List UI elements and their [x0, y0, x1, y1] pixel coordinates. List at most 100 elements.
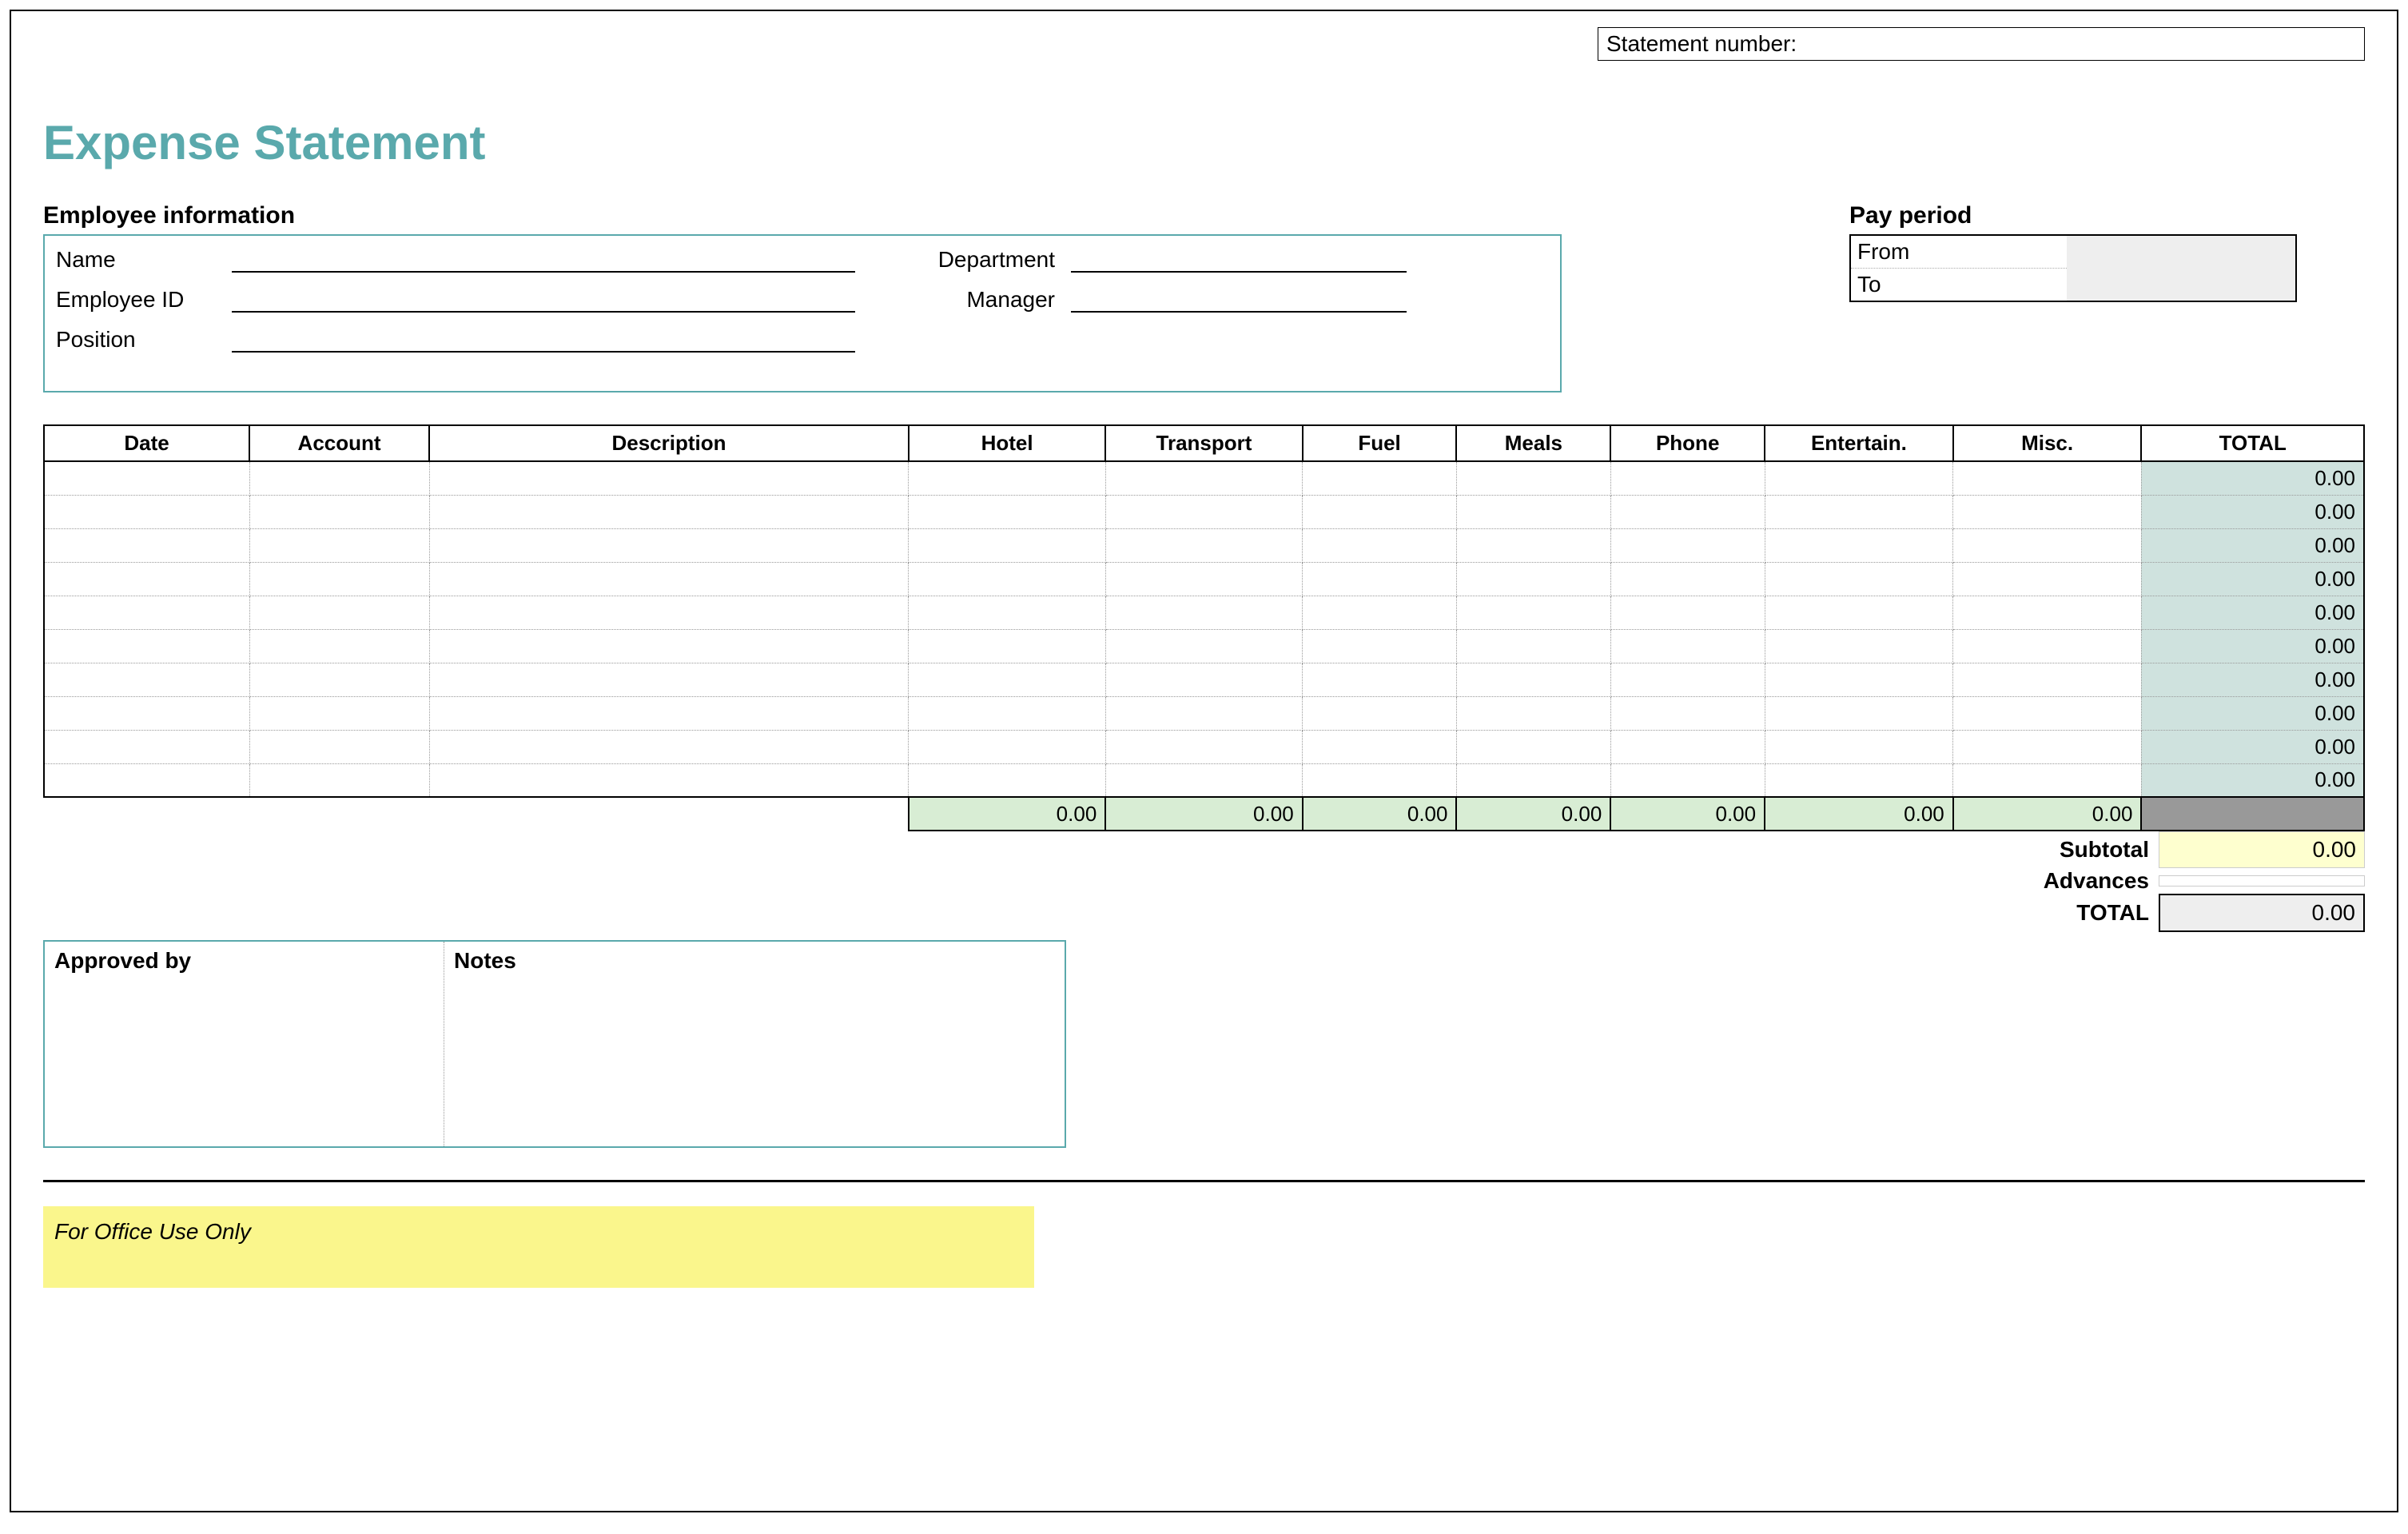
pay-to-field[interactable] — [2067, 269, 2295, 301]
table-cell[interactable] — [249, 730, 429, 763]
table-cell[interactable] — [1765, 596, 1953, 629]
table-cell[interactable] — [1610, 730, 1765, 763]
table-cell[interactable] — [249, 495, 429, 528]
pay-from-field[interactable] — [2067, 236, 2295, 269]
table-cell[interactable] — [909, 663, 1105, 696]
table-cell[interactable] — [44, 663, 249, 696]
table-cell[interactable] — [1303, 562, 1457, 596]
table-cell[interactable] — [1953, 596, 2142, 629]
table-cell[interactable] — [429, 763, 909, 797]
statement-number-box[interactable]: Statement number: — [1598, 27, 2365, 61]
table-cell[interactable] — [1953, 495, 2142, 528]
table-cell[interactable] — [1953, 629, 2142, 663]
table-cell[interactable] — [1953, 763, 2142, 797]
table-cell[interactable] — [1456, 730, 1610, 763]
table-cell[interactable] — [429, 461, 909, 495]
table-cell[interactable] — [1456, 528, 1610, 562]
table-cell[interactable] — [1456, 696, 1610, 730]
table-cell[interactable] — [44, 528, 249, 562]
table-cell[interactable] — [249, 596, 429, 629]
table-cell[interactable] — [1610, 663, 1765, 696]
table-cell[interactable] — [44, 730, 249, 763]
table-cell[interactable] — [1303, 629, 1457, 663]
table-cell[interactable] — [1105, 663, 1302, 696]
table-cell[interactable] — [1456, 763, 1610, 797]
notes-label[interactable]: Notes — [444, 942, 1065, 1146]
table-cell[interactable] — [909, 461, 1105, 495]
table-cell[interactable] — [909, 763, 1105, 797]
table-cell[interactable] — [44, 461, 249, 495]
advances-value[interactable] — [2159, 875, 2365, 887]
table-cell[interactable] — [249, 562, 429, 596]
table-cell[interactable] — [1105, 629, 1302, 663]
table-cell[interactable] — [429, 696, 909, 730]
table-cell[interactable] — [1105, 562, 1302, 596]
table-cell[interactable] — [1765, 461, 1953, 495]
table-cell[interactable] — [1610, 629, 1765, 663]
table-cell[interactable] — [1456, 596, 1610, 629]
table-cell[interactable] — [1953, 562, 2142, 596]
table-cell[interactable] — [1105, 528, 1302, 562]
table-cell[interactable] — [249, 629, 429, 663]
table-cell[interactable] — [1953, 663, 2142, 696]
table-cell[interactable] — [1105, 763, 1302, 797]
table-cell[interactable] — [1610, 696, 1765, 730]
table-cell[interactable] — [44, 629, 249, 663]
table-cell[interactable] — [1610, 495, 1765, 528]
table-cell[interactable] — [249, 663, 429, 696]
table-cell[interactable] — [1105, 461, 1302, 495]
table-cell[interactable] — [429, 562, 909, 596]
table-cell[interactable] — [1456, 495, 1610, 528]
table-cell[interactable] — [249, 763, 429, 797]
table-cell[interactable] — [909, 528, 1105, 562]
table-cell[interactable] — [1765, 528, 1953, 562]
table-cell[interactable] — [429, 663, 909, 696]
table-cell[interactable] — [1303, 763, 1457, 797]
table-cell[interactable] — [1610, 528, 1765, 562]
table-cell[interactable] — [429, 596, 909, 629]
table-cell[interactable] — [1303, 663, 1457, 696]
table-cell[interactable] — [1303, 730, 1457, 763]
table-cell[interactable] — [1303, 596, 1457, 629]
table-cell[interactable] — [1303, 696, 1457, 730]
table-cell[interactable] — [1765, 763, 1953, 797]
table-cell[interactable] — [1765, 495, 1953, 528]
table-cell[interactable] — [1765, 629, 1953, 663]
table-cell[interactable] — [1610, 763, 1765, 797]
table-cell[interactable] — [1456, 562, 1610, 596]
table-cell[interactable] — [1610, 596, 1765, 629]
table-cell[interactable] — [1456, 461, 1610, 495]
table-cell[interactable] — [249, 696, 429, 730]
table-cell[interactable] — [429, 730, 909, 763]
table-cell[interactable] — [909, 730, 1105, 763]
table-cell[interactable] — [249, 461, 429, 495]
table-cell[interactable] — [429, 528, 909, 562]
table-cell[interactable] — [1953, 461, 2142, 495]
table-cell[interactable] — [1105, 730, 1302, 763]
table-cell[interactable] — [909, 495, 1105, 528]
table-cell[interactable] — [1765, 562, 1953, 596]
department-field[interactable] — [1071, 247, 1407, 273]
table-cell[interactable] — [1456, 629, 1610, 663]
table-cell[interactable] — [1105, 596, 1302, 629]
table-cell[interactable] — [1953, 730, 2142, 763]
table-cell[interactable] — [1303, 461, 1457, 495]
position-field[interactable] — [232, 327, 855, 353]
table-cell[interactable] — [1303, 495, 1457, 528]
table-cell[interactable] — [1765, 730, 1953, 763]
table-cell[interactable] — [1610, 562, 1765, 596]
employee-id-field[interactable] — [232, 287, 855, 313]
table-cell[interactable] — [909, 596, 1105, 629]
table-cell[interactable] — [44, 763, 249, 797]
table-cell[interactable] — [1105, 696, 1302, 730]
table-cell[interactable] — [909, 696, 1105, 730]
name-field[interactable] — [232, 247, 855, 273]
table-cell[interactable] — [1765, 696, 1953, 730]
approved-by-label[interactable]: Approved by — [45, 942, 444, 1146]
table-cell[interactable] — [44, 562, 249, 596]
table-cell[interactable] — [909, 562, 1105, 596]
table-cell[interactable] — [1105, 495, 1302, 528]
table-cell[interactable] — [44, 596, 249, 629]
table-cell[interactable] — [429, 495, 909, 528]
manager-field[interactable] — [1071, 287, 1407, 313]
